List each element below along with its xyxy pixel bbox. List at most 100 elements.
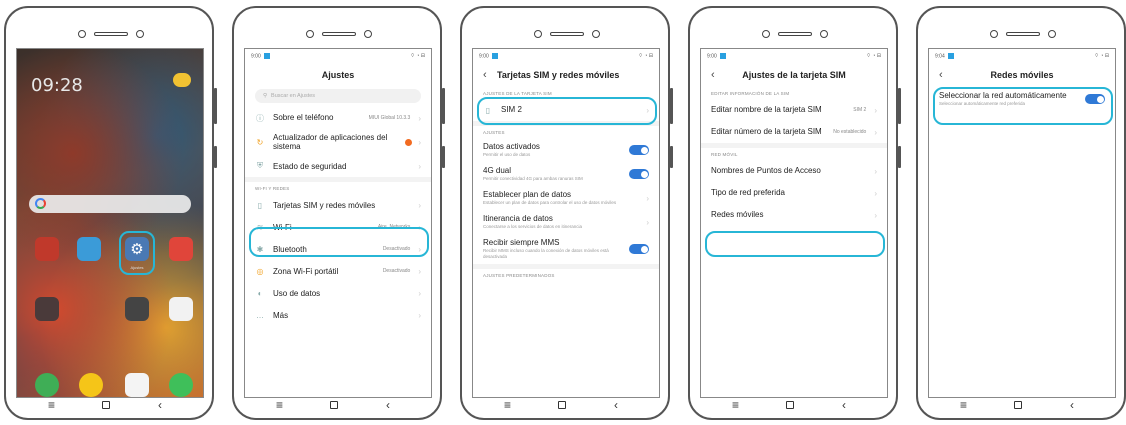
nav-bar: ≡ ‹ (6, 398, 212, 412)
nav-bar: ≡ ‹ (690, 398, 896, 412)
search-icon: ⚲ (263, 93, 268, 99)
settings-app-icon[interactable]: ⚙ (125, 237, 149, 261)
settings-item-bluetooth[interactable]: ✱ Bluetooth Desactivado › (245, 238, 431, 260)
sim2-item[interactable]: ▯ SIM 2 › (473, 99, 659, 121)
back-icon[interactable]: ‹ (158, 398, 162, 412)
settings-item-updater[interactable]: ↻ Actualizador de aplicaciones del sistem… (245, 129, 431, 155)
back-icon[interactable]: ‹ (842, 398, 846, 412)
gmail-icon[interactable] (125, 373, 149, 397)
home-clock: 09:28 (31, 75, 83, 96)
camera-app-icon[interactable] (169, 237, 193, 261)
dialer-icon[interactable] (35, 373, 59, 397)
google-search-bar[interactable] (29, 195, 191, 213)
google-icon (35, 198, 46, 209)
back-arrow-icon[interactable]: ‹ (711, 69, 715, 81)
home-screen: 09:28 ⚙ Ajustes (16, 48, 204, 398)
section-edit: Editar información de la SIM (711, 91, 790, 96)
search-input[interactable]: ⚲ Buscar en Ajustes (255, 89, 421, 103)
phone-app-icon[interactable] (35, 237, 59, 261)
data-plan-item[interactable]: Establecer plan de datos Establecer un pl… (473, 186, 659, 210)
hotspot-icon: ◎ (256, 266, 264, 276)
dual-4g-item[interactable]: 4G dual Permitir conectividad 4G para amb… (473, 162, 659, 186)
page-title: Tarjetas SIM y redes móviles (497, 70, 620, 80)
section-network: Red móvil (711, 152, 738, 157)
roaming-item[interactable]: Itinerancia de datos Conectarse a los ser… (473, 210, 659, 234)
bluetooth-icon: ✱ (256, 244, 264, 254)
menu-icon[interactable]: ≡ (732, 398, 739, 412)
info-icon: ⓘ (256, 113, 264, 123)
auto-network-toggle[interactable] (1085, 94, 1105, 105)
phone-sim-settings: 9:00 ⌔ ◔ ⊟ ‹ Ajustes de la tarjeta SIM Edi… (688, 6, 901, 420)
menu-icon[interactable]: ≡ (960, 398, 967, 412)
wifi-icon: ≋ (256, 222, 264, 232)
back-arrow-icon[interactable]: ‹ (483, 69, 487, 81)
back-icon[interactable]: ‹ (1070, 398, 1074, 412)
data-usage-icon: ◐ (257, 288, 263, 298)
status-bar: 9:00 ⌔ ◔ ⊟ (707, 52, 881, 60)
mms-toggle[interactable] (629, 244, 649, 255)
page-title: Redes móviles (990, 70, 1054, 80)
settings-item-data-usage[interactable]: ◐ Uso de datos › (245, 282, 431, 304)
status-bar: 9:04 ⌔ ◔ ⊟ (935, 52, 1109, 60)
phone-settings: 9:00 ⌔ ◔ ⊟ Ajustes ⚲ Buscar en Ajustes ⓘ So… (232, 6, 445, 420)
back-icon[interactable]: ‹ (614, 398, 618, 412)
chrome-icon[interactable] (79, 373, 103, 397)
page-title: Ajustes de la tarjeta SIM (742, 70, 846, 80)
back-icon[interactable]: ‹ (386, 398, 390, 412)
gallery-app-icon[interactable] (77, 237, 101, 261)
settings-screen: 9:00 ⌔ ◔ ⊟ Ajustes ⚲ Buscar en Ajustes ⓘ So… (244, 48, 432, 398)
menu-icon[interactable]: ≡ (48, 398, 55, 412)
more-icon: … (256, 310, 264, 320)
auto-network-item[interactable]: Seleccionar la red automáticamente Selecc… (929, 87, 1115, 111)
nav-bar: ≡ ‹ (234, 398, 440, 412)
google-folder-icon[interactable] (125, 297, 149, 321)
mobile-networks-highlight (705, 231, 885, 257)
settings-item-security[interactable]: ⛨ Estado de seguridad › (245, 155, 431, 177)
edit-sim-number-item[interactable]: Editar número de la tarjeta SIM No establ… (701, 121, 887, 143)
dual-4g-toggle[interactable] (629, 169, 649, 180)
tools-folder-icon[interactable] (35, 297, 59, 321)
title-bar: ‹ Redes móviles (929, 63, 1115, 87)
settings-item-about[interactable]: ⓘ Sobre el teléfono MIUI Global 10.3.3 › (245, 107, 431, 129)
update-badge (405, 138, 413, 146)
data-enabled-toggle[interactable] (629, 145, 649, 156)
back-arrow-icon[interactable]: ‹ (939, 69, 943, 81)
settings-app-label: Ajustes (130, 265, 144, 270)
section-settings: Ajustes (483, 130, 505, 135)
section-defaults: Ajustes predeterminados (483, 273, 555, 278)
mobile-networks-screen: 9:04 ⌔ ◔ ⊟ ‹ Redes móviles Seleccionar la … (928, 48, 1116, 398)
phone-mobile-networks: 9:04 ⌔ ◔ ⊟ ‹ Redes móviles Seleccionar la … (916, 6, 1126, 420)
phone-sim-cards: 9:00 ⌔ ◔ ⊟ ‹ Tarjetas SIM y redes móviles … (460, 6, 673, 420)
nav-bar: ≡ ‹ (462, 398, 668, 412)
sim-settings-screen: 9:00 ⌔ ◔ ⊟ ‹ Ajustes de la tarjeta SIM Edi… (700, 48, 888, 398)
settings-item-wifi[interactable]: ≋ Wi-Fi Aire_Networks › (245, 216, 431, 238)
section-sim: Ajustes de la tarjeta SIM (483, 91, 552, 96)
sim-icon: ▯ (485, 105, 491, 115)
mms-item[interactable]: Recibir siempre MMS Recibir MMS incluso c… (473, 234, 659, 264)
sim-screen: 9:00 ⌔ ◔ ⊟ ‹ Tarjetas SIM y redes móviles … (472, 48, 660, 398)
section-network: Wi-Fi y redes (255, 186, 290, 192)
title-bar: ‹ Ajustes de la tarjeta SIM (701, 63, 887, 87)
sim-icon: ▯ (257, 200, 263, 210)
menu-icon[interactable]: ≡ (504, 398, 511, 412)
mobile-networks-item[interactable]: Redes móviles › (701, 204, 887, 226)
settings-item-sim[interactable]: ▯ Tarjetas SIM y redes móviles › (245, 194, 431, 216)
weather-icon (173, 73, 191, 87)
phone-home: 09:28 ⚙ Ajustes ≡ ‹ (4, 6, 217, 420)
status-bar: 9:00 ⌔ ◔ ⊟ (251, 52, 425, 60)
settings-item-hotspot[interactable]: ◎ Zona Wi-Fi portátil Desactivado › (245, 260, 431, 282)
shield-icon: ⛨ (257, 161, 263, 171)
play-store-icon[interactable] (169, 297, 193, 321)
menu-icon[interactable]: ≡ (276, 398, 283, 412)
nav-bar: ≡ ‹ (918, 398, 1124, 412)
whatsapp-icon[interactable] (169, 373, 193, 397)
apn-item[interactable]: Nombres de Puntos de Acceso › (701, 160, 887, 182)
status-bar: 9:00 ⌔ ◔ ⊟ (479, 52, 653, 60)
page-title: Ajustes (321, 70, 355, 80)
edit-sim-name-item[interactable]: Editar nombre de la tarjeta SIM SIM 2 › (701, 99, 887, 121)
settings-item-more[interactable]: … Más › (245, 304, 431, 326)
update-icon: ↻ (256, 137, 264, 147)
network-type-item[interactable]: Tipo de red preferida › (701, 182, 887, 204)
data-enabled-item[interactable]: Datos activados Permitir el uso de datos (473, 138, 659, 162)
title-bar: ‹ Tarjetas SIM y redes móviles (473, 63, 659, 87)
